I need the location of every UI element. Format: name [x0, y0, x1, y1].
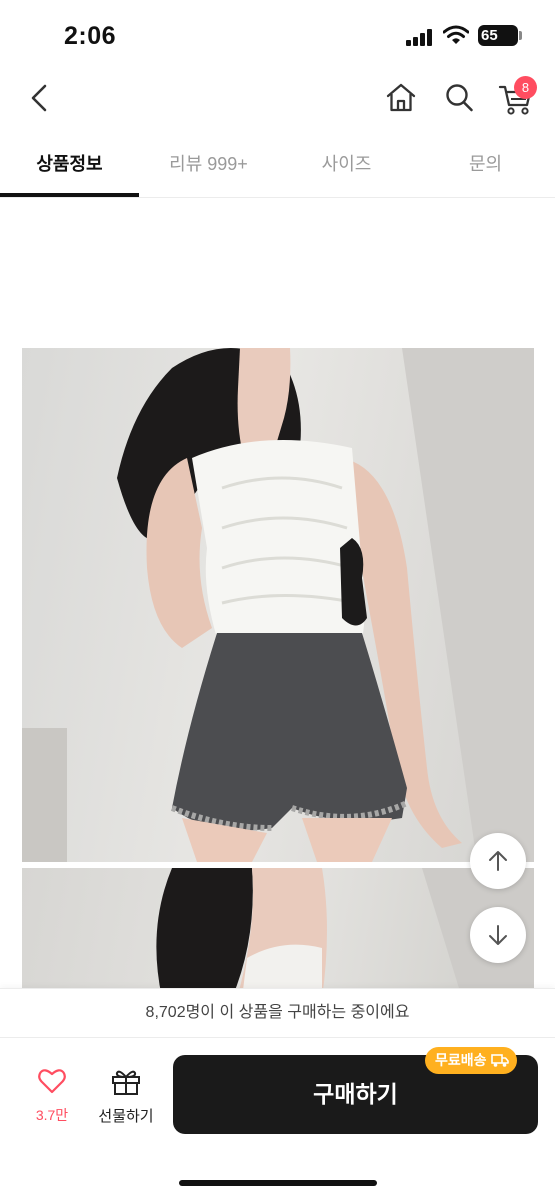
truck-icon [490, 1054, 509, 1067]
cart-badge: 8 [514, 76, 537, 99]
active-tab-indicator [0, 193, 139, 197]
back-icon[interactable] [24, 80, 56, 116]
tab-size[interactable]: 사이즈 [277, 135, 416, 197]
scroll-to-top-button[interactable] [470, 833, 526, 889]
search-icon[interactable] [443, 81, 475, 115]
gift-icon [112, 1070, 140, 1095]
bottom-action-bar: 3.7만 선물하기 구매하기 무료배송 [0, 1038, 555, 1200]
like-count: 3.7만 [35, 1107, 69, 1123]
tab-reviews[interactable]: 리뷰 999+ [139, 135, 278, 197]
scroll-to-bottom-button[interactable] [470, 907, 526, 963]
free-shipping-label: 무료배송 [435, 1052, 487, 1068]
product-tabs: 상품정보 리뷰 999+ 사이즈 문의 [0, 135, 555, 198]
gift-label: 선물하기 [98, 1108, 154, 1125]
arrow-down-icon [489, 925, 507, 945]
like-button[interactable]: 3.7만 [26, 1068, 78, 1128]
arrow-up-icon [489, 851, 507, 871]
status-bar: 2:06 65 [0, 0, 555, 68]
product-photo-2 [22, 868, 534, 998]
gift-button[interactable]: 선물하기 [92, 1068, 160, 1128]
wifi-icon [443, 25, 469, 44]
product-photo-2-illustration [156, 868, 534, 998]
purchase-notice: 8,702명이 이 상품을 구매하는 중이에요 [0, 988, 555, 1038]
status-time: 2:06 [64, 22, 117, 50]
home-indicator [179, 1180, 377, 1186]
tab-inquiry[interactable]: 문의 [416, 135, 555, 197]
product-photo [22, 348, 534, 862]
product-photo-illustration [22, 348, 534, 862]
tab-product-info[interactable]: 상품정보 [0, 135, 139, 197]
heart-icon [38, 1069, 66, 1094]
home-icon[interactable] [384, 81, 418, 115]
free-shipping-badge: 무료배송 [425, 1047, 517, 1074]
battery-icon: 65 [478, 25, 518, 46]
battery-tip [519, 31, 522, 40]
signal-icon [406, 28, 434, 46]
app-header [0, 68, 555, 130]
